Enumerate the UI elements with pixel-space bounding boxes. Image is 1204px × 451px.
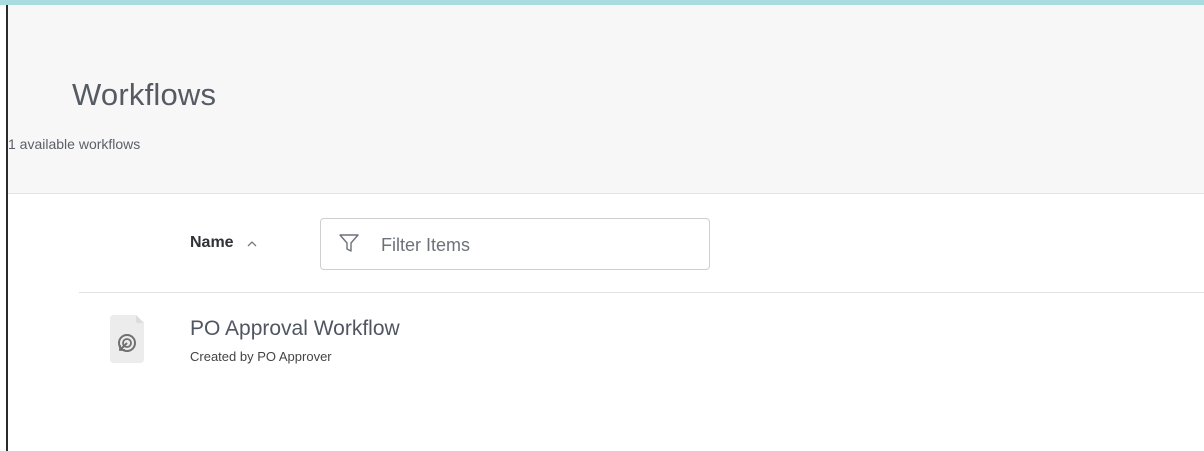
workflow-count: 1 available workflows [8, 136, 141, 152]
page-title: Workflows [72, 77, 217, 112]
app-frame: Workflows 1 available workflows Name Fil… [0, 0, 1204, 451]
list-item[interactable]: PO Approval Workflow Created by PO Appro… [106, 313, 706, 373]
sort-label: Name [190, 234, 234, 251]
sort-by-name-button[interactable]: Name [190, 234, 258, 252]
workflow-file-icon [106, 313, 148, 365]
workflow-name[interactable]: PO Approval Workflow [190, 317, 400, 341]
filter-funnel-icon [338, 232, 360, 254]
filter-field[interactable] [320, 218, 710, 270]
workflow-creator: Created by PO Approver [190, 349, 332, 364]
filter-input[interactable] [379, 230, 703, 260]
list-toolbar: Name [8, 194, 1204, 292]
page-header: Workflows 1 available workflows [8, 5, 1204, 194]
workflow-list: PO Approval Workflow Created by PO Appro… [8, 293, 1204, 451]
chevron-up-icon [246, 237, 258, 249]
